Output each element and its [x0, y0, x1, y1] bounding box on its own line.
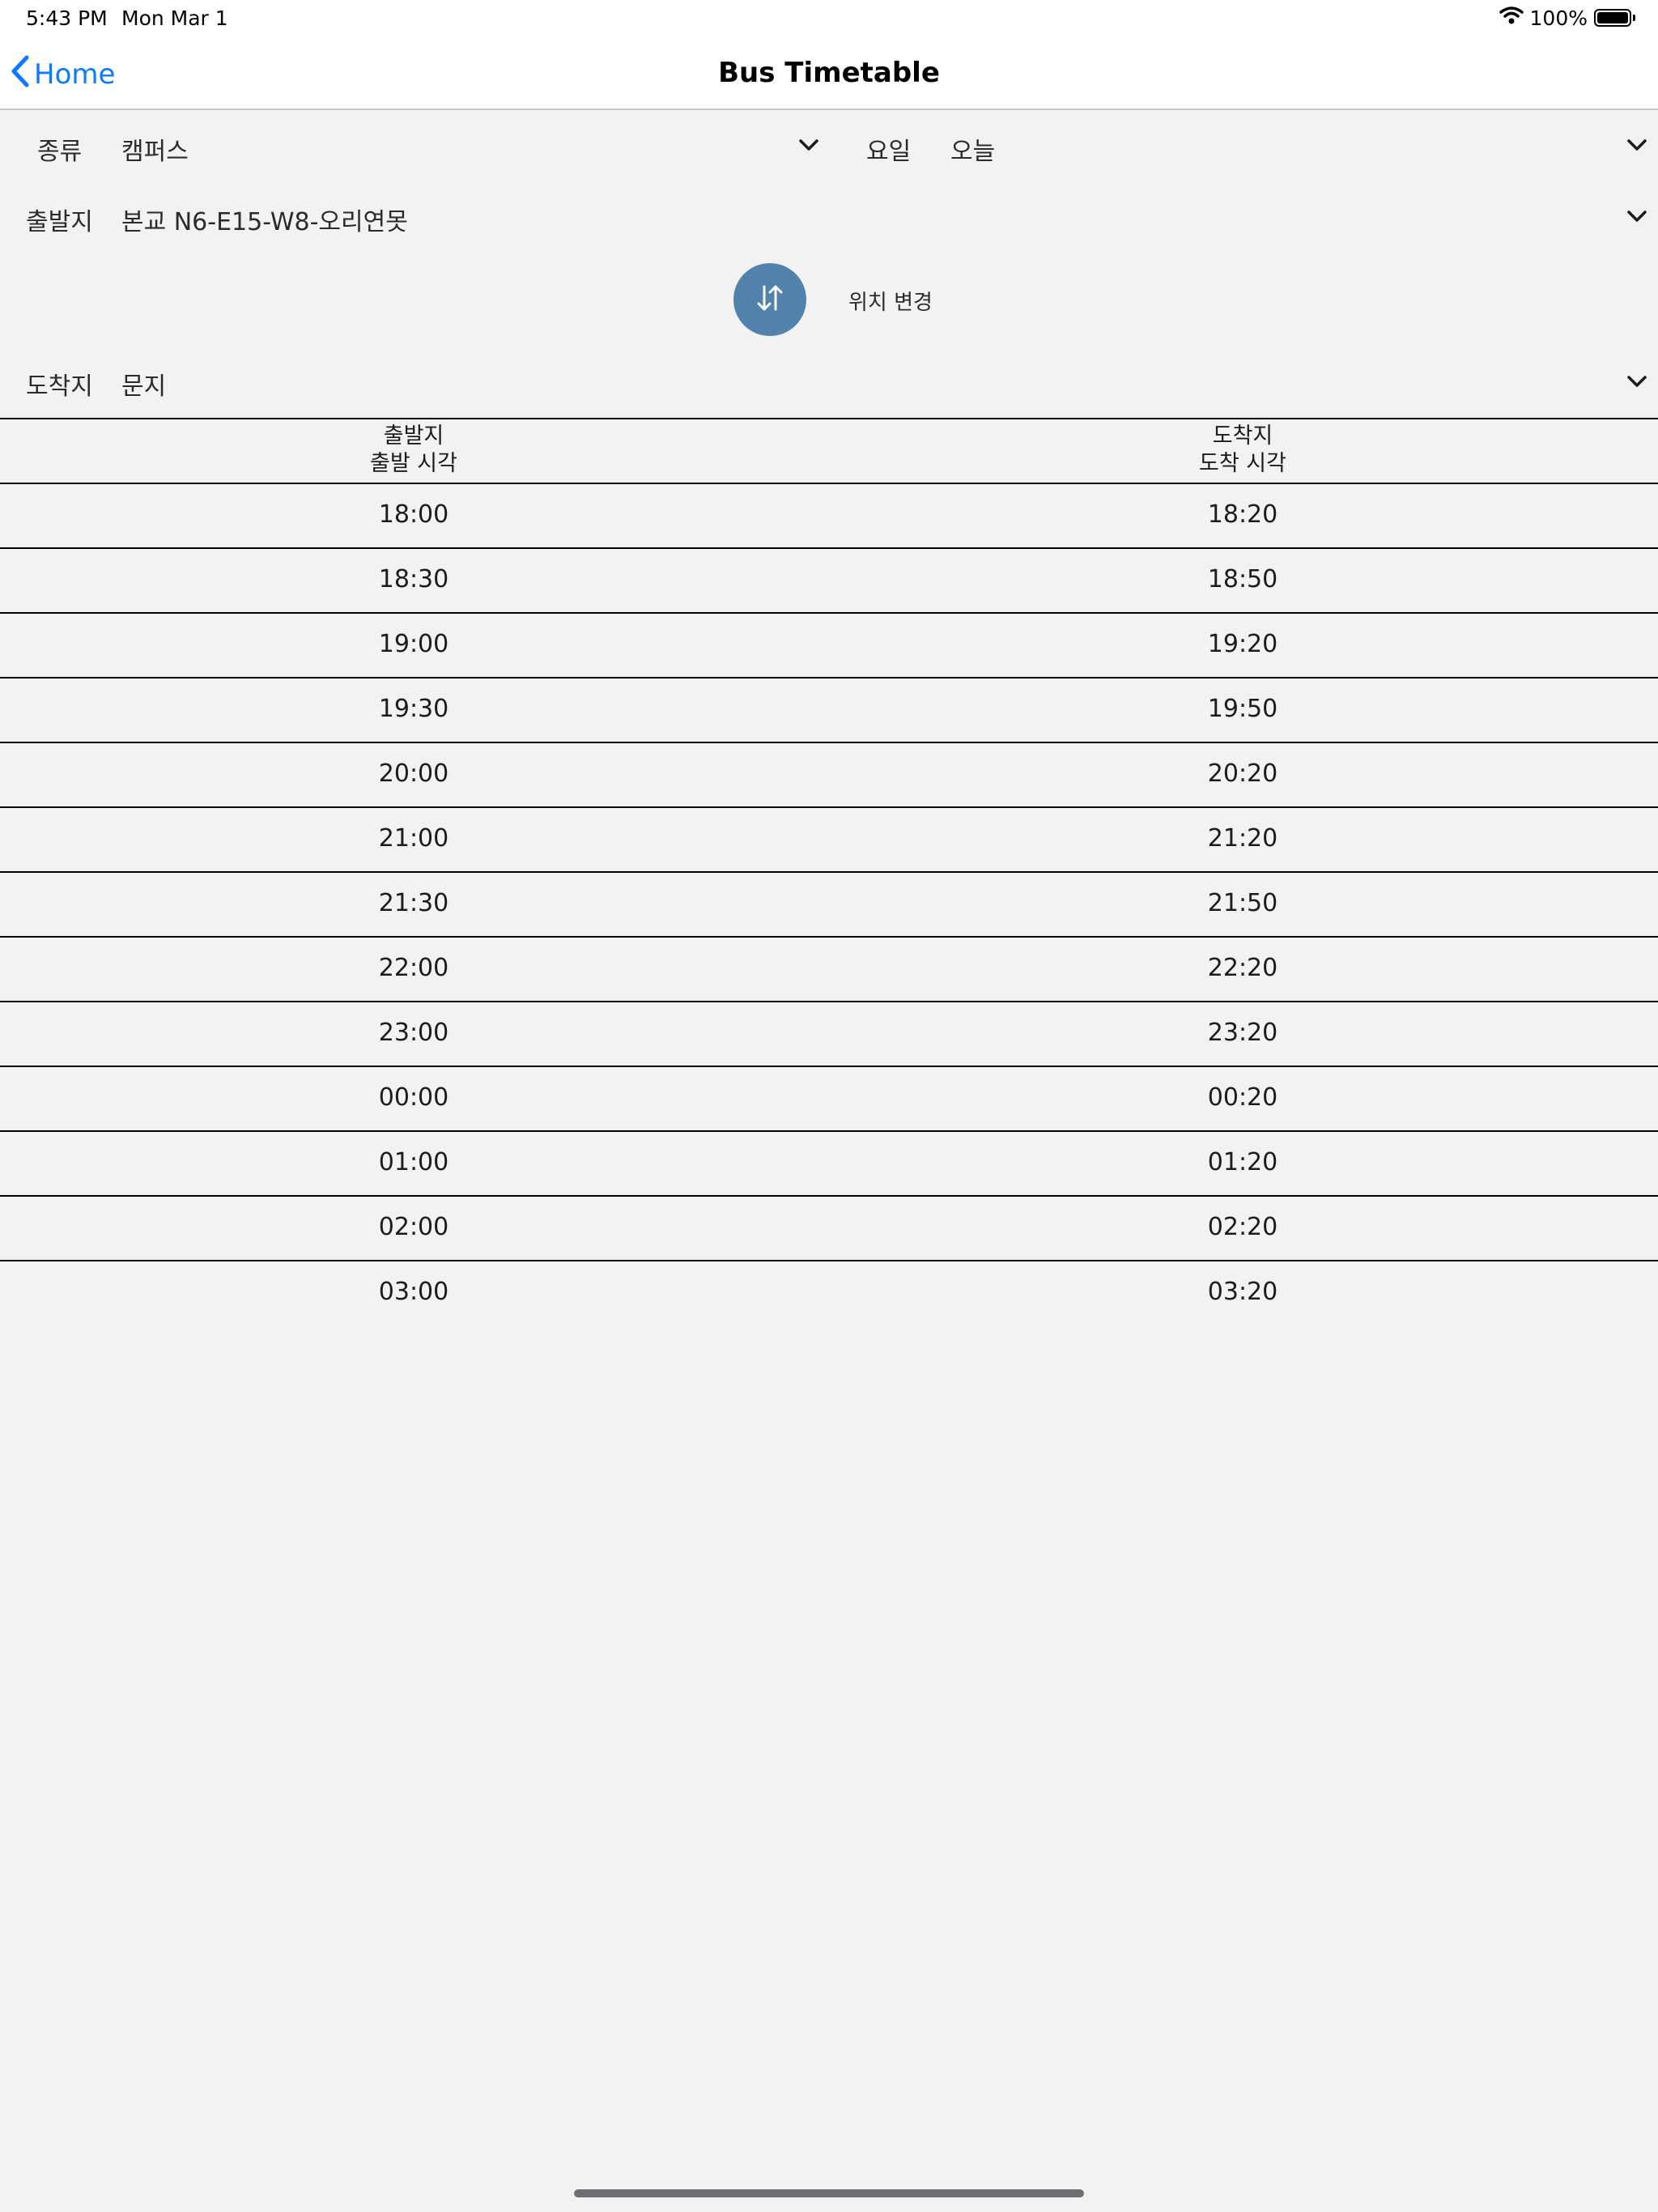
- swap-location-label: 위치 변경: [848, 291, 933, 315]
- table-row: 02:00 02:20: [0, 1197, 1658, 1261]
- arrival-time: 23:20: [1207, 1019, 1278, 1047]
- arrival-time: 03:20: [1207, 1278, 1278, 1306]
- day-label: 요일: [866, 138, 912, 166]
- departure-time: 19:00: [378, 630, 449, 658]
- table-row: 20:00 20:20: [0, 743, 1658, 808]
- arrival-time: 19:50: [1207, 695, 1278, 723]
- table-header: 출발지 출발 시각 도착지 도착 시각: [0, 418, 1658, 484]
- arrival-time: 20:20: [1207, 759, 1278, 788]
- departure-time: 23:00: [378, 1019, 449, 1047]
- navigation-bar: Home Bus Timetable: [0, 39, 1658, 110]
- departure-time: 20:00: [378, 759, 449, 788]
- status-indicators: 100%: [1499, 6, 1635, 30]
- departure-time: 18:30: [378, 565, 449, 593]
- battery-percent: 100%: [1529, 6, 1588, 30]
- departure-time: 02:00: [378, 1213, 449, 1241]
- header-line: 출발지: [383, 423, 444, 449]
- departure-time: 01:00: [378, 1148, 449, 1176]
- swap-location-button[interactable]: [733, 263, 806, 336]
- table-row: 18:30 18:50: [0, 549, 1658, 614]
- arrival-time: 18:50: [1207, 565, 1278, 593]
- arrival-time: 22:20: [1207, 954, 1278, 982]
- table-row: 19:30 19:50: [0, 678, 1658, 743]
- arrival-time: 19:20: [1207, 630, 1278, 658]
- status-time: 5:43 PM: [26, 6, 108, 30]
- departure-time: 00:00: [378, 1083, 449, 1112]
- destination-label: 도착지: [26, 372, 93, 401]
- status-bar: 5:43 PM Mon Mar 1 100%: [0, 0, 1658, 39]
- arrival-time: 18:20: [1207, 500, 1278, 529]
- type-select[interactable]: 캠퍼스: [121, 131, 189, 167]
- chevron-down-icon[interactable]: [1625, 369, 1649, 393]
- chevron-down-icon[interactable]: [797, 133, 821, 157]
- chevron-down-icon[interactable]: [1625, 204, 1649, 228]
- home-indicator[interactable]: [574, 2189, 1084, 2197]
- wifi-icon: [1499, 6, 1524, 30]
- header-line: 도착지: [1212, 423, 1273, 449]
- page-title: Bus Timetable: [718, 57, 940, 89]
- destination-select[interactable]: 문지: [121, 366, 166, 402]
- header-departure: 출발지 출발 시각: [252, 423, 576, 478]
- arrival-time: 01:20: [1207, 1148, 1278, 1176]
- origin-select[interactable]: 본교 N6-E15-W8-오리연못: [121, 202, 408, 237]
- departure-time: 21:00: [378, 824, 449, 853]
- table-row: 01:00 01:20: [0, 1132, 1658, 1197]
- departure-time: 18:00: [378, 500, 449, 529]
- header-line: 도착 시각: [1199, 451, 1286, 476]
- departure-time: 21:30: [378, 889, 449, 917]
- swap-arrows-icon: [754, 283, 786, 316]
- table-row: 21:30 21:50: [0, 873, 1658, 938]
- arrival-time: 21:50: [1207, 889, 1278, 917]
- table-row: 03:00 03:20: [0, 1261, 1658, 1326]
- table-row: 22:00 22:20: [0, 938, 1658, 1002]
- arrival-time: 00:20: [1207, 1083, 1278, 1112]
- chevron-down-icon[interactable]: [1625, 133, 1649, 157]
- table-row: 23:00 23:20: [0, 1002, 1658, 1067]
- departure-time: 22:00: [378, 954, 449, 982]
- header-line: 출발 시각: [370, 451, 457, 476]
- table-row: 00:00 00:20: [0, 1067, 1658, 1132]
- table-row: 18:00 18:20: [0, 484, 1658, 549]
- table-row: 21:00 21:20: [0, 808, 1658, 873]
- departure-time: 03:00: [378, 1278, 449, 1306]
- battery-icon: [1594, 9, 1635, 27]
- arrival-time: 21:20: [1207, 824, 1278, 853]
- status-date: Mon Mar 1: [121, 6, 228, 30]
- day-select[interactable]: 오늘: [950, 131, 995, 167]
- timetable: 출발지 출발 시각 도착지 도착 시각 18:00 18:20 18:30 18…: [0, 418, 1658, 1326]
- arrival-time: 02:20: [1207, 1213, 1278, 1241]
- origin-label: 출발지: [26, 208, 93, 236]
- header-arrival: 도착지 도착 시각: [1081, 423, 1405, 478]
- departure-time: 19:30: [378, 695, 449, 723]
- type-label: 종류: [37, 138, 83, 166]
- table-row: 19:00 19:20: [0, 614, 1658, 678]
